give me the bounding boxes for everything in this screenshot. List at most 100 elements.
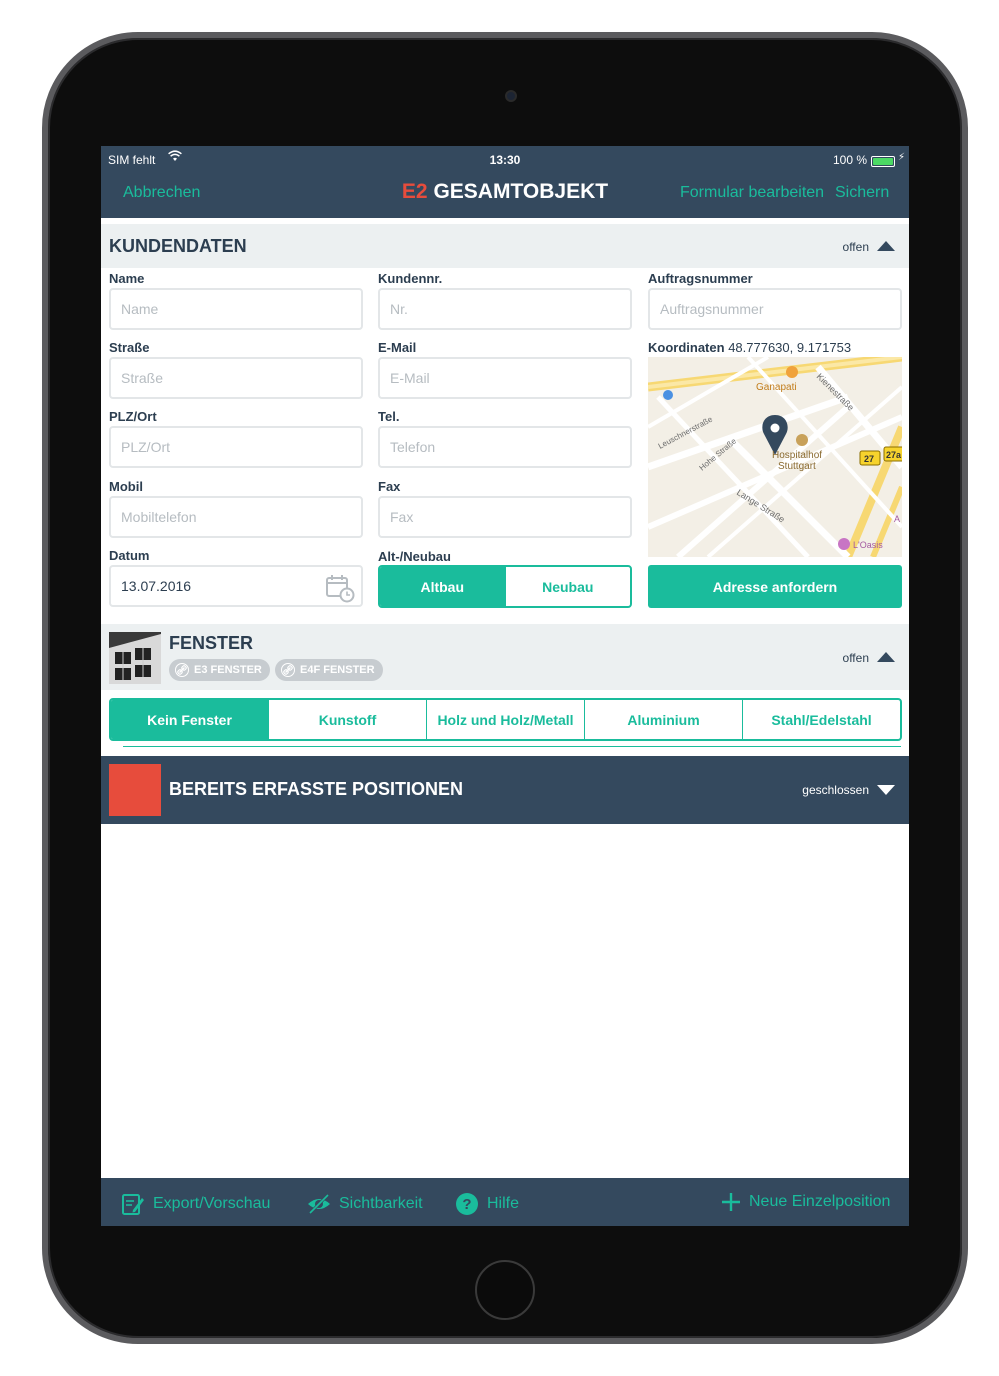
street-label: Straße [109, 340, 150, 355]
build-type-altbau[interactable]: Altbau [380, 567, 506, 606]
name-input[interactable] [111, 290, 361, 328]
fax-input[interactable] [380, 498, 630, 536]
name-label: Name [109, 271, 145, 286]
windows-section-title: FENSTER [169, 633, 254, 653]
map-label-ganapati: Ganapati [756, 382, 797, 393]
map-label-road-27: 27 [864, 454, 874, 464]
collapse-up-icon[interactable] [877, 241, 895, 251]
mobile-label: Mobil [109, 479, 143, 494]
customer-no-label: Kundennr. [378, 271, 443, 286]
coordinates-label: Koordinaten 48.777630, 9.171753 [648, 340, 851, 355]
calendar-icon[interactable] [325, 573, 355, 603]
zip-city-label: PLZ/Ort [109, 409, 157, 424]
customer-no-field[interactable] [378, 288, 632, 330]
build-type-segmented: Altbau Neubau [378, 565, 632, 608]
edit-form-button[interactable]: Formular bearbeiten [680, 184, 824, 202]
build-type-neubau[interactable]: Neubau [506, 567, 631, 606]
title-code: E2 [401, 180, 428, 203]
street-field[interactable] [109, 357, 363, 399]
home-button[interactable] [475, 1260, 535, 1320]
expand-down-icon[interactable] [877, 785, 895, 795]
street-input[interactable] [111, 359, 361, 397]
material-kunstoff[interactable]: Kunstoff [269, 700, 427, 739]
material-kein-fenster[interactable]: Kein Fenster [111, 700, 269, 739]
fax-label: Fax [378, 479, 401, 494]
positions-color-marker [109, 764, 161, 816]
camera [505, 90, 517, 102]
export-preview-button[interactable]: Export/Vorschau [121, 1192, 270, 1216]
help-label: Hilfe [487, 1195, 520, 1212]
date-label: Datum [109, 548, 150, 563]
new-position-label: Neue Einzelposition [749, 1193, 891, 1210]
customer-section-state: offen [842, 240, 869, 254]
material-stahl[interactable]: Stahl/Edelstahl [743, 700, 900, 739]
positions-section-state: geschlossen [802, 783, 869, 797]
zip-city-input[interactable] [111, 428, 361, 466]
fax-field[interactable] [378, 496, 632, 538]
tag-e3-label: E3 FENSTER [194, 664, 262, 676]
title-text: GESAMTOBJEKT [433, 180, 609, 203]
tag-e4f-fenster[interactable]: E4F FENSTER [275, 659, 383, 681]
material-holz[interactable]: Holz und Holz/Metall [427, 700, 585, 739]
name-field[interactable] [109, 288, 363, 330]
map-label-stuttgart: Stuttgart [778, 461, 816, 472]
date-field[interactable] [109, 565, 363, 607]
plus-icon [722, 1193, 740, 1211]
map-graphic: Ganapati Kienestraße Leuschnerstraße Hoh… [648, 357, 902, 557]
svg-text:?: ? [462, 1196, 471, 1213]
visibility-label: Sichtbarkeit [339, 1195, 423, 1212]
positions-section-title: BEREITS ERFASSTE POSITIONEN [169, 779, 464, 799]
material-aluminium[interactable]: Aluminium [585, 700, 743, 739]
coordinates-value: 48.777630, 9.171753 [728, 340, 852, 355]
link-icon [281, 663, 295, 677]
mobile-field[interactable] [109, 496, 363, 538]
date-input[interactable] [111, 567, 361, 605]
divider [123, 746, 901, 747]
phone-input[interactable] [380, 428, 630, 466]
battery-percent: 100 % [832, 153, 867, 167]
map-label-hospitalhof: Hospitalhof [772, 450, 822, 461]
map-label-a: A [894, 514, 900, 524]
save-button[interactable]: Sichern [835, 184, 889, 202]
windows-section-state: offen [842, 651, 869, 665]
windows-section-header[interactable]: FENSTER E3 FENSTER E4F FENSTER offen [101, 624, 909, 690]
phone-field[interactable] [378, 426, 632, 468]
status-bar: SIM fehlt 13:30 100 % ⚡ [101, 150, 909, 170]
customer-section-header[interactable]: KUNDENDATEN offen [101, 224, 909, 268]
export-preview-label: Export/Vorschau [153, 1195, 271, 1212]
tag-e3-fenster[interactable]: E3 FENSTER [169, 659, 270, 681]
mobile-input[interactable] [111, 498, 361, 536]
link-icon [175, 663, 189, 677]
tag-e4f-label: E4F FENSTER [300, 664, 375, 676]
help-button[interactable]: ? Hilfe [455, 1192, 519, 1216]
customer-section-title: KUNDENDATEN [109, 236, 247, 256]
positions-section-header[interactable]: BEREITS ERFASSTE POSITIONEN geschlossen [101, 756, 909, 824]
clock: 13:30 [489, 153, 521, 167]
location-map[interactable]: Ganapati Kienestraße Leuschnerstraße Hoh… [648, 357, 902, 557]
edit-document-icon [122, 1194, 144, 1215]
coordinates-title: Koordinaten [648, 340, 725, 355]
map-label-road-27a: 27a [886, 450, 902, 460]
charging-icon: ⚡ [897, 152, 905, 163]
battery-icon [871, 156, 895, 167]
order-no-field[interactable] [648, 288, 902, 330]
help-icon: ? [456, 1193, 478, 1215]
eye-off-icon [308, 1193, 330, 1215]
email-input[interactable] [380, 359, 630, 397]
phone-label: Tel. [378, 409, 400, 424]
bottom-toolbar: Export/Vorschau Sichtbarkeit ? Hilfe Neu… [101, 1178, 909, 1226]
window-material-segmented: Kein Fenster Kunstoff Holz und Holz/Meta… [109, 698, 902, 741]
new-position-button[interactable]: Neue Einzelposition [721, 1192, 890, 1212]
visibility-button[interactable]: Sichtbarkeit [307, 1192, 423, 1216]
zip-city-field[interactable] [109, 426, 363, 468]
customer-no-input[interactable] [380, 290, 630, 328]
app-screen: SIM fehlt 13:30 100 % ⚡ Abbrechen E2 GES… [101, 146, 909, 1226]
request-address-button[interactable]: Adresse anfordern [648, 565, 902, 608]
order-no-input[interactable] [650, 290, 900, 328]
top-bar: SIM fehlt 13:30 100 % ⚡ Abbrechen E2 GES… [101, 146, 909, 218]
collapse-up-icon[interactable] [877, 652, 895, 662]
order-no-label: Auftragsnummer [648, 271, 753, 286]
email-field[interactable] [378, 357, 632, 399]
map-label-loasis: L'Oasis [853, 540, 883, 550]
email-label: E-Mail [378, 340, 417, 355]
